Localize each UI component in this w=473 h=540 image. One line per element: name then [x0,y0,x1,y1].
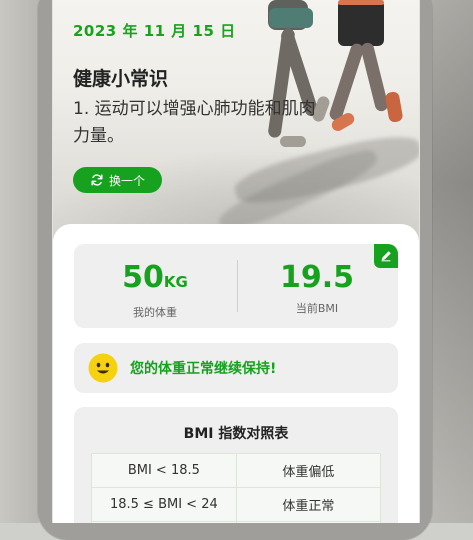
tip-title: 健康小常识 [73,68,169,90]
hero-photo: 2023 年 11 月 15 日 健康小常识 1. 运动可以增强心肺功能和肌肉力… [53,0,419,240]
bmi-range-cell: 18.5 ≤ BMI < 24 [91,487,237,522]
table-row: BMI < 18.5 体重偏低 [91,453,382,488]
change-tip-label: 换一个 [108,173,145,188]
weight-unit: KG [163,273,188,291]
refresh-icon [91,174,103,186]
weight-label: 我的体重 [133,306,177,319]
bmi-reference-table: BMI 指数对照表 BMI < 18.5 体重偏低 18.5 ≤ BMI < 2… [74,407,398,523]
stats-panel: 50KG 我的体重 19.5 当前BMI [74,244,398,328]
bmi-table: BMI < 18.5 体重偏低 18.5 ≤ BMI < 24 体重正常 [91,453,382,523]
date-label: 2023 年 11 月 15 日 [73,22,236,40]
app-screen: 2023 年 11 月 15 日 健康小常识 1. 运动可以增强心肺功能和肌肉力… [52,0,420,523]
bmi-category-cell: 体重正常 [235,487,382,522]
tip-text: 1. 运动可以增强心肺功能和肌肉力量。 [73,99,316,146]
bmi-card: 50KG 我的体重 19.5 当前BMI 您的体重正常继续保持! BMI 指数对… [53,224,419,523]
weight-stat: 50KG 我的体重 [74,260,236,320]
weight-value: 50 [122,260,164,295]
status-banner: 您的体重正常继续保持! [74,343,398,393]
bmi-label: 当前BMI [295,302,339,315]
smiley-face-icon [88,353,118,383]
bmi-table-title: BMI 指数对照表 [183,426,289,442]
bmi-stat: 19.5 当前BMI [236,260,398,316]
bmi-category-cell: 体重偏低 [235,453,382,488]
change-tip-button[interactable]: 换一个 [73,167,162,193]
bmi-range-cell: BMI < 18.5 [91,453,237,488]
bmi-value: 19.5 [279,260,355,295]
weight-value-row: 50KG [74,260,236,300]
status-message: 您的体重正常继续保持! [130,361,277,377]
table-row: 18.5 ≤ BMI < 24 体重正常 [91,487,382,522]
